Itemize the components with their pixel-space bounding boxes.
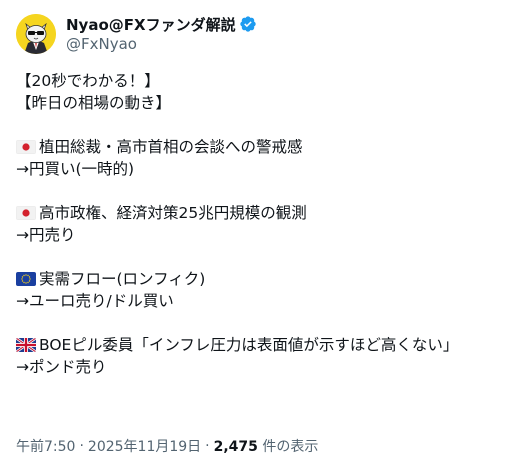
- cat-avatar-icon[interactable]: [16, 14, 56, 54]
- jp-flag-icon: [16, 140, 36, 154]
- uk-flag-icon: [16, 338, 36, 352]
- tweet-line: 植田総裁・高市首相の会談への警戒感: [16, 136, 496, 158]
- jp-flag-icon: [16, 206, 36, 220]
- author-names: Nyao@FXファンダ解説 @FxNyao: [66, 14, 257, 54]
- verified-badge-icon[interactable]: [239, 15, 257, 33]
- tweet-header: Nyao@FXファンダ解説 @FxNyao: [16, 12, 257, 56]
- views-link[interactable]: 2,475 件の表示: [214, 436, 319, 456]
- eu-flag-icon: [16, 272, 36, 286]
- meta-separator: ·: [79, 438, 84, 454]
- tweet-line: BOEピル委員「インフレ圧力は表面値が示すほど高くない」: [16, 334, 496, 356]
- tweet-text: 【20秒でわかる！】 【昨日の相場の動き】 植田総裁・高市首相の会談への警戒感 …: [16, 70, 496, 378]
- tweet-date-link[interactable]: 2025年11月19日: [88, 436, 201, 456]
- display-name[interactable]: Nyao@FXファンダ解説: [66, 14, 236, 35]
- line-text: →ポンド売り: [16, 358, 107, 376]
- tweet-line: →ポンド売り: [16, 356, 496, 378]
- display-name-row: Nyao@FXファンダ解説: [66, 14, 257, 34]
- tweet-line: →ユーロ売り/ドル買い: [16, 290, 496, 312]
- views-count: 2,475: [213, 439, 258, 455]
- tweet-line: 【昨日の相場の動き】: [16, 92, 496, 114]
- tweet-line: →円買い(一時的): [16, 158, 496, 180]
- author-handle[interactable]: @FxNyao: [66, 34, 257, 54]
- line-text: →円買い(一時的): [16, 160, 135, 178]
- tweet-line: 【20秒でわかる！】: [16, 70, 496, 92]
- views-label: 件の表示: [262, 439, 319, 455]
- tweet-line: →円売り: [16, 224, 496, 246]
- line-text: 実需フロー(ロンフィク): [39, 270, 206, 288]
- tweet-time-link[interactable]: 午前7:50: [16, 436, 75, 456]
- line-text: BOEピル委員「インフレ圧力は表面値が示すほど高くない」: [39, 336, 459, 354]
- line-text: →ユーロ売り/ドル買い: [16, 292, 174, 310]
- tweet-card: Nyao@FXファンダ解説 @FxNyao 【20秒でわかる！】 【昨日の相場の…: [0, 0, 506, 474]
- line-text: 【昨日の相場の動き】: [16, 94, 172, 112]
- tweet-meta: 午前7:50 · 2025年11月19日 · 2,475 件の表示: [16, 436, 318, 456]
- tweet-line: 実需フロー(ロンフィク): [16, 268, 496, 290]
- tweet-line: 高市政権、経済対策25兆円規模の観測: [16, 202, 496, 224]
- line-text: 高市政権、経済対策25兆円規模の観測: [39, 204, 307, 222]
- meta-separator: ·: [205, 438, 210, 454]
- tweet-time: 午前7:50: [16, 439, 76, 455]
- line-text: 植田総裁・高市首相の会談への警戒感: [39, 138, 303, 156]
- line-text: 【20秒でわかる！】: [16, 72, 160, 90]
- tweet-date: 2025年11月19日: [87, 439, 202, 455]
- line-text: →円売り: [16, 226, 76, 244]
